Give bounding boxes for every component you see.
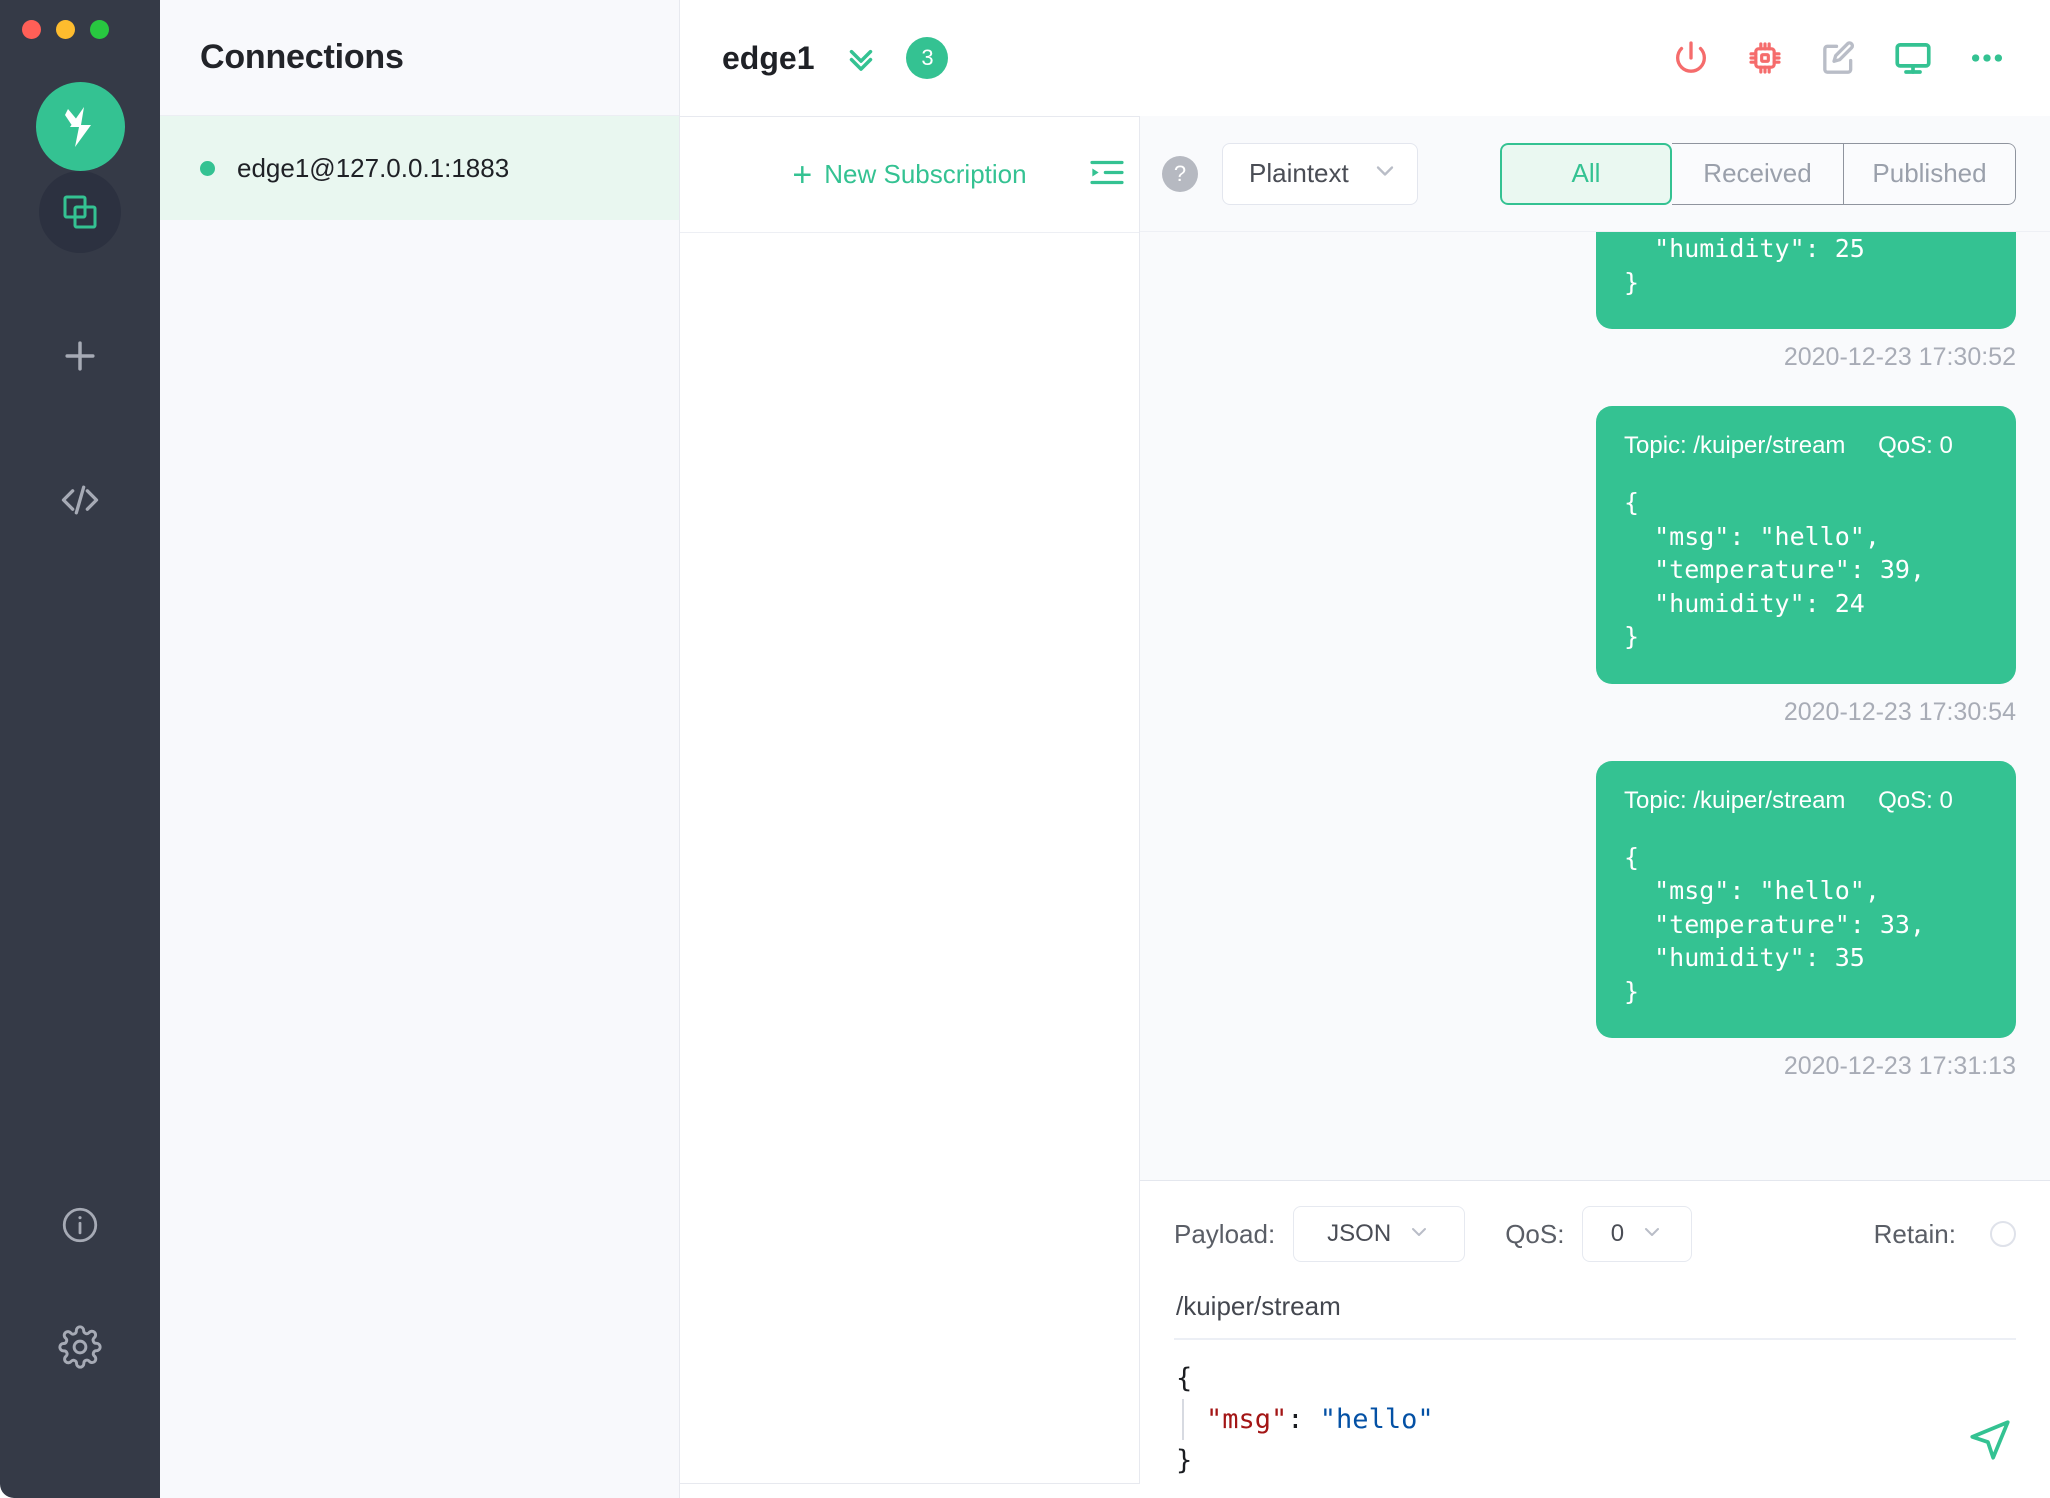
- disconnect-button[interactable]: [1660, 27, 1722, 89]
- message-topic: Topic: /kuiper/stream: [1624, 786, 1846, 814]
- message-meta: Topic: /kuiper/stream QoS: 0: [1624, 432, 1984, 460]
- editor-line-open: {: [1176, 1363, 1193, 1394]
- maximize-window-button[interactable]: [90, 20, 109, 39]
- sidebar-item-about[interactable]: [39, 1184, 121, 1266]
- monitor-icon: [1895, 43, 1931, 74]
- page-title: Connections: [200, 38, 404, 76]
- publish-panel: Payload: JSON QoS: 0 Retain: /kuiper/str…: [1140, 1180, 2050, 1498]
- message-qos: QoS: 0: [1878, 432, 1953, 459]
- filter-published[interactable]: Published: [1844, 142, 2016, 205]
- chip-icon: [1749, 42, 1781, 74]
- help-icon[interactable]: ?: [1162, 155, 1198, 192]
- main-area: edge1 3 + New Subscription ? Plaintext A…: [680, 0, 2050, 1498]
- connection-status-dot: [200, 160, 215, 176]
- editor-line-close: }: [1176, 1445, 1193, 1477]
- message-timestamp: 2020-12-23 17:30:54: [1783, 697, 2016, 726]
- editor-value: "hello": [1319, 1404, 1434, 1436]
- messages-panel: ? Plaintext All Received Published "humi…: [1140, 116, 2050, 1498]
- filter-all[interactable]: All: [1500, 142, 1672, 205]
- message-item: Topic: /kuiper/stream QoS: 0 { "msg": "h…: [1174, 406, 2016, 761]
- more-button[interactable]: [1956, 27, 2018, 89]
- sidebar-item-settings[interactable]: [39, 1306, 121, 1388]
- message-timestamp: 2020-12-23 17:30:52: [1783, 343, 2016, 371]
- sidebar-item-connections[interactable]: [39, 171, 121, 253]
- monitor-button[interactable]: [1882, 27, 1944, 89]
- mqttx-logo-icon: [35, 82, 125, 171]
- publish-qos-value: 0: [1610, 1220, 1625, 1247]
- sidebar-item-new-connection[interactable]: [39, 315, 121, 397]
- subscriptions-header: + New Subscription: [680, 117, 1139, 233]
- send-message-button[interactable]: [1962, 1412, 2018, 1468]
- message-timestamp: 2020-12-23 17:31:13: [1783, 1052, 2016, 1080]
- connections-panel: Connections edge1@127.0.0.1:1883: [160, 0, 680, 1498]
- plus-icon: [65, 341, 95, 371]
- retain-label: Retain:: [1873, 1218, 1956, 1249]
- retain-checkbox[interactable]: [1990, 1221, 2016, 1247]
- menu-fold-icon[interactable]: [1087, 152, 1127, 197]
- message-filter-group: All Received Published: [1500, 142, 2016, 205]
- message-payload: { "msg": "hello", "temperature": 39, "hu…: [1624, 488, 1926, 651]
- chevron-down-icon: [1640, 1220, 1664, 1249]
- payload-format-select[interactable]: Plaintext: [1222, 142, 1418, 205]
- editor-colon: :: [1287, 1404, 1320, 1436]
- message-bubble[interactable]: "humidity": 25 }: [1596, 232, 2016, 329]
- connections-header: Connections: [160, 0, 679, 116]
- publish-topic-input[interactable]: /kuiper/stream: [1174, 1287, 2016, 1338]
- message-item: Topic: /kuiper/stream QoS: 0 { "msg": "h…: [1174, 760, 2016, 1116]
- subscription-list[interactable]: [680, 233, 1139, 1483]
- close-window-button[interactable]: [22, 20, 41, 39]
- send-arrow-icon: [1970, 1420, 2010, 1460]
- message-list[interactable]: "humidity": 25 } 2020-12-23 17:30:52 Top…: [1140, 232, 2050, 1180]
- chevron-down-icon: [1407, 1220, 1431, 1249]
- connection-title: edge1: [722, 39, 815, 76]
- chevron-down-icon: [1371, 157, 1399, 190]
- info-circle-icon: [62, 1207, 98, 1243]
- app-window: Connections edge1@127.0.0.1:1883 edge1 3: [0, 0, 2050, 1498]
- connection-list-item[interactable]: edge1@127.0.0.1:1883: [160, 116, 679, 220]
- message-qos: QoS: 0: [1878, 786, 1953, 814]
- ellipsis-icon: [1971, 54, 2003, 62]
- stacked-squares-icon: [63, 195, 97, 229]
- window-traffic-lights: [22, 20, 109, 39]
- minimize-window-button[interactable]: [56, 20, 75, 39]
- content-row: + New Subscription ? Plaintext All Recei…: [680, 116, 2050, 1498]
- message-topic: Topic: /kuiper/stream: [1624, 432, 1846, 459]
- message-bubble[interactable]: Topic: /kuiper/stream QoS: 0 { "msg": "h…: [1596, 406, 2016, 684]
- payload-format-value: Plaintext: [1249, 158, 1349, 188]
- new-subscription-button[interactable]: + New Subscription: [792, 158, 1026, 192]
- debug-button[interactable]: [1734, 27, 1796, 89]
- new-subscription-label: New Subscription: [824, 159, 1027, 189]
- connection-topbar: edge1 3: [680, 0, 2050, 116]
- filter-received[interactable]: Received: [1672, 142, 1844, 205]
- message-payload: "humidity": 25 }: [1624, 234, 1865, 297]
- editor-indent-guide: "msg": "hello": [1182, 1399, 1434, 1441]
- message-payload: { "msg": "hello", "temperature": 33, "hu…: [1624, 842, 1926, 1006]
- payload-label: Payload:: [1174, 1218, 1276, 1249]
- messages-toolbar: ? Plaintext All Received Published: [1140, 116, 2050, 232]
- publish-payload-value: JSON: [1327, 1220, 1392, 1247]
- publish-payload-editor[interactable]: { "msg": "hello" }: [1174, 1340, 2016, 1498]
- publish-payload-select[interactable]: JSON: [1293, 1206, 1466, 1262]
- sidebar-item-scripts[interactable]: [39, 459, 121, 541]
- message-bubble[interactable]: Topic: /kuiper/stream QoS: 0 { "msg": "h…: [1596, 760, 2016, 1038]
- power-icon: [1676, 41, 1706, 73]
- connection-name: edge1@127.0.0.1:1883: [237, 152, 510, 183]
- message-count-badge: 3: [906, 37, 949, 79]
- left-icon-rail: [0, 0, 160, 1498]
- edit-square-icon: [1823, 41, 1855, 74]
- subscriptions-panel: + New Subscription: [680, 116, 1140, 1484]
- qos-label: QoS:: [1505, 1218, 1565, 1249]
- message-item: "humidity": 25 } 2020-12-23 17:30:52: [1174, 232, 2016, 406]
- editor-key: "msg": [1206, 1404, 1288, 1436]
- gear-icon: [58, 1325, 102, 1369]
- code-brackets-icon: [61, 485, 99, 515]
- publish-qos-select[interactable]: 0: [1582, 1206, 1693, 1262]
- edit-button[interactable]: [1808, 27, 1870, 89]
- double-chevron-down-icon[interactable]: [842, 39, 880, 77]
- message-meta: Topic: /kuiper/stream QoS: 0: [1624, 787, 1984, 815]
- plus-icon: +: [792, 155, 813, 194]
- publish-options-row: Payload: JSON QoS: 0 Retain:: [1174, 1181, 2016, 1287]
